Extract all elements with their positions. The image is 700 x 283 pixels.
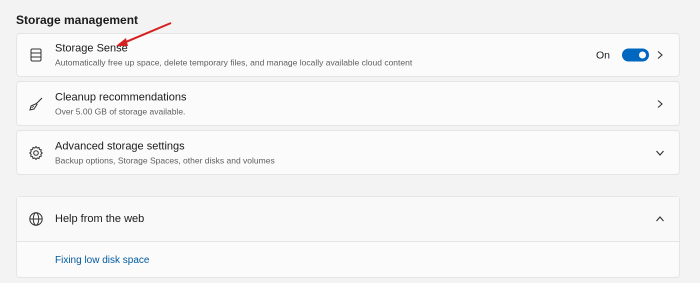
help-header[interactable]: Help from the web <box>17 197 679 242</box>
cleanup-title: Cleanup recommendations <box>55 91 187 103</box>
cleanup-subtitle: Over 5.00 GB of storage available. <box>55 106 186 116</box>
storage-sense-title: Storage Sense <box>55 42 128 55</box>
advanced-title: Advanced storage settings <box>55 140 185 152</box>
advanced-storage-settings-card[interactable]: Advanced storage settings Backup options… <box>16 130 680 175</box>
chevron-up-icon[interactable] <box>655 214 665 224</box>
help-title: Help from the web <box>55 213 145 225</box>
gear-icon <box>28 145 44 161</box>
cleanup-recommendations-card[interactable]: Cleanup recommendations Over 5.00 GB of … <box>16 81 680 126</box>
chevron-right-icon[interactable] <box>655 50 665 60</box>
broom-icon <box>28 96 44 112</box>
storage-sense-toggle-label: On <box>595 49 610 61</box>
advanced-subtitle: Backup options, Storage Spaces, other di… <box>55 155 275 165</box>
chevron-down-icon[interactable] <box>655 148 665 158</box>
storage-drive-icon <box>28 47 44 63</box>
globe-icon <box>28 211 44 227</box>
toggle-knob <box>639 51 646 59</box>
storage-sense-card[interactable]: Storage Sense Automatically free up spac… <box>16 33 680 77</box>
section-title: Storage management <box>16 13 139 27</box>
fixing-low-disk-space-link[interactable]: Fixing low disk space <box>55 255 149 266</box>
storage-sense-toggle[interactable] <box>622 48 649 62</box>
chevron-right-icon[interactable] <box>655 99 665 109</box>
storage-sense-subtitle: Automatically free up space, delete temp… <box>55 57 413 68</box>
help-from-web-card: Help from the web Fixing low disk space <box>16 196 680 278</box>
